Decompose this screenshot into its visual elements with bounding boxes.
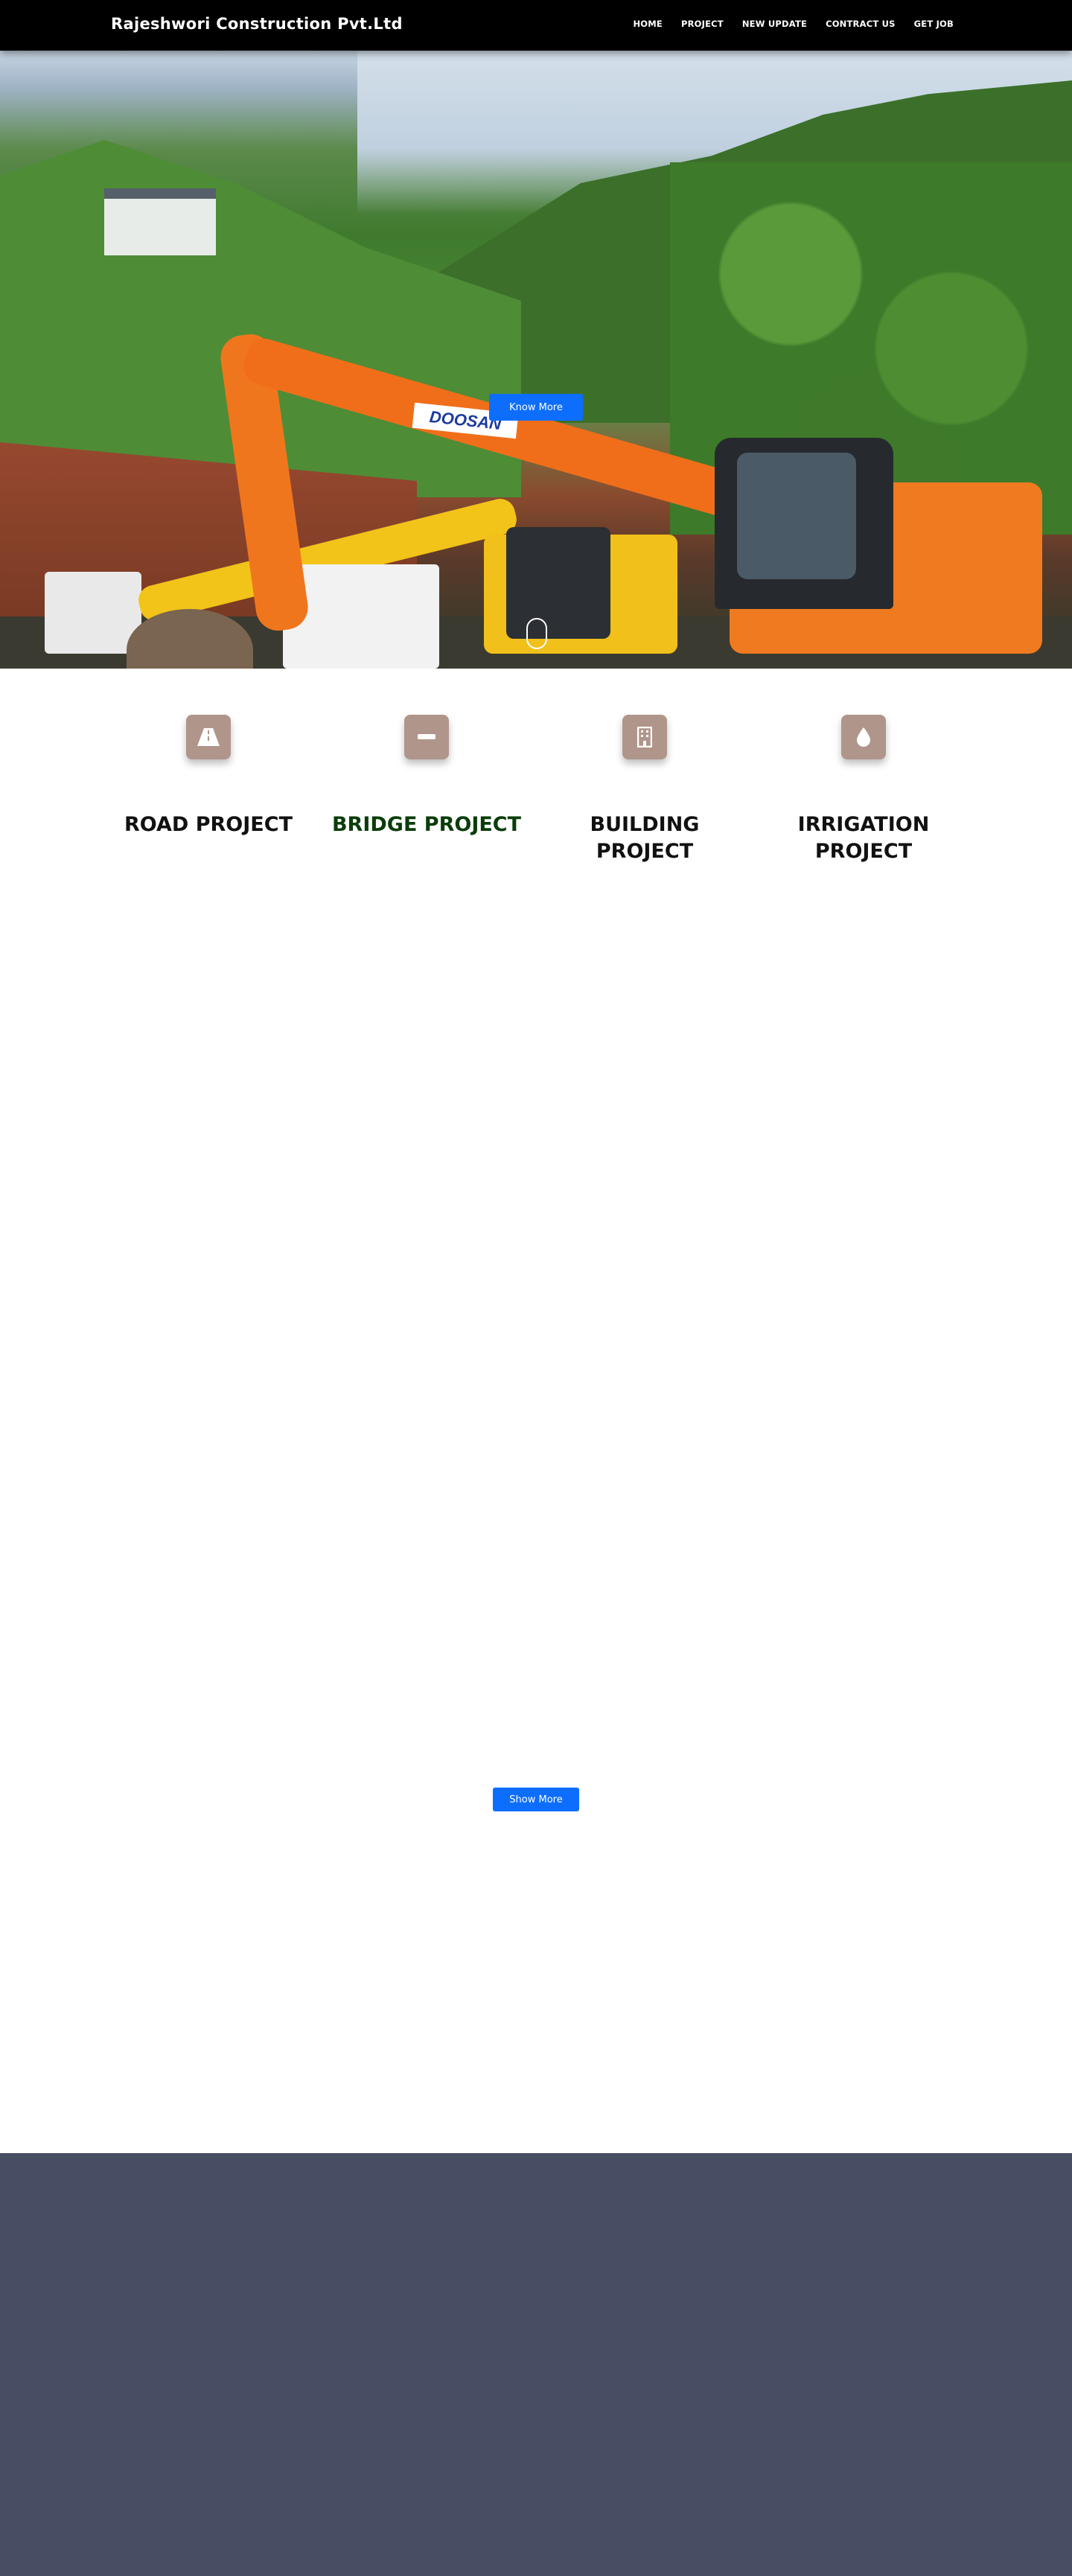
navbar: Rajeshwori Construction Pvt.Ltd HOME PRO…	[0, 0, 1072, 51]
nav-link-new-update[interactable]: NEW UPDATE	[742, 19, 807, 29]
feature-title: BUILDING PROJECT	[590, 813, 700, 863]
road-icon	[186, 715, 231, 759]
scroll-down-indicator[interactable]	[526, 618, 547, 649]
orange-excavator-window	[737, 453, 856, 579]
know-more-button[interactable]: Know More	[489, 394, 583, 421]
hero-truck	[283, 564, 439, 669]
hero-house	[104, 188, 216, 255]
show-more-button[interactable]: Show More	[493, 1788, 579, 1811]
brand-logo-text[interactable]: Rajeshwori Construction Pvt.Ltd	[111, 15, 403, 33]
feature-road-project[interactable]: ROAD PROJECT	[108, 715, 309, 838]
feature-irrigation-project[interactable]: IRRIGATION PROJECT	[763, 715, 964, 865]
nav-link-project[interactable]: PROJECT	[681, 19, 724, 29]
feature-title: BRIDGE PROJECT	[331, 813, 522, 836]
building-icon	[622, 715, 667, 759]
feature-title: IRRIGATION PROJECT	[797, 813, 930, 863]
nav-link-contract-us[interactable]: CONTRACT US	[826, 19, 896, 29]
nav-link-home[interactable]: HOME	[633, 19, 663, 29]
footer	[0, 2153, 1072, 2576]
hero-banner: DOOSAN Know More	[0, 51, 1072, 669]
feature-title: ROAD PROJECT	[124, 813, 293, 836]
hero-truck-left	[45, 572, 141, 654]
nav-link-get-job[interactable]: GET JOB	[914, 19, 954, 29]
feature-bridge-project[interactable]: BRIDGE PROJECT	[326, 715, 527, 838]
minus-icon	[404, 715, 449, 759]
yellow-excavator-cab	[506, 527, 610, 639]
nav-links: HOME PROJECT NEW UPDATE CONTRACT US GET …	[614, 19, 954, 29]
project-features: ROAD PROJECT BRIDGE PROJECT BUILDING PRO…	[108, 715, 964, 879]
water-drop-icon	[841, 715, 886, 759]
feature-building-project[interactable]: BUILDING PROJECT	[544, 715, 745, 865]
